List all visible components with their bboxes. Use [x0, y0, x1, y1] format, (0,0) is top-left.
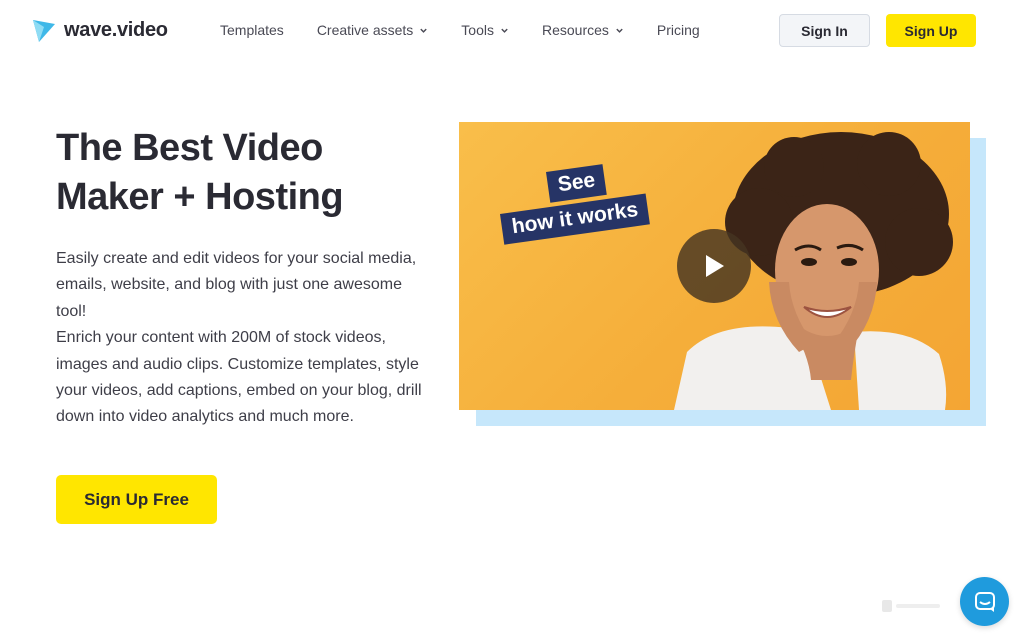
nav-item-tools[interactable]: Tools: [461, 22, 509, 38]
chevron-down-icon: [501, 28, 508, 33]
watermark-logo: [882, 598, 942, 614]
hero-description-paragraph-1: Easily create and edit videos for your s…: [56, 250, 417, 320]
brand-logo[interactable]: wave.video: [32, 17, 168, 43]
hero-title: The Best Video Maker + Hosting: [56, 124, 436, 222]
watermark-icon: [882, 600, 940, 612]
nav-item-pricing[interactable]: Pricing: [657, 22, 700, 38]
hero-description-paragraph-2: Enrich your content with 200M of stock v…: [56, 329, 422, 426]
hero-title-line-1: The Best Video: [56, 127, 323, 169]
nav-item-label: Resources: [541, 22, 609, 38]
nav-item-label: Creative assets: [316, 22, 414, 38]
nav-item-creative-assets[interactable]: Creative assets: [317, 22, 428, 38]
wave-logo-icon: [33, 20, 55, 42]
sign-up-free-button[interactable]: Sign Up Free: [56, 475, 217, 524]
nav-item-label: Templates: [220, 22, 284, 38]
play-icon: [706, 255, 724, 277]
chevron-down-icon: [420, 28, 428, 33]
chat-launcher-button[interactable]: [960, 577, 1009, 626]
nav-item-label: Pricing: [656, 22, 700, 38]
hero-title-line-2: Maker + Hosting: [56, 176, 344, 218]
how-it-works-video[interactable]: See how it works: [459, 122, 970, 410]
sign-up-button[interactable]: Sign Up: [886, 14, 976, 47]
hero-description: Easily create and edit videos for your s…: [56, 246, 428, 431]
site-header: wave.video Templates Creative assets Too…: [0, 0, 1024, 62]
nav-item-label: Tools: [461, 22, 494, 38]
chevron-down-icon: [616, 28, 623, 33]
play-button[interactable]: [677, 229, 751, 303]
chat-icon: [974, 591, 995, 612]
nav-item-templates[interactable]: Templates: [220, 22, 284, 38]
brand-name: wave.video: [64, 18, 168, 41]
sign-in-button[interactable]: Sign In: [779, 14, 870, 47]
nav-item-resources[interactable]: Resources: [542, 22, 624, 38]
main-nav: Templates Creative assets Tools Resource…: [220, 22, 733, 38]
